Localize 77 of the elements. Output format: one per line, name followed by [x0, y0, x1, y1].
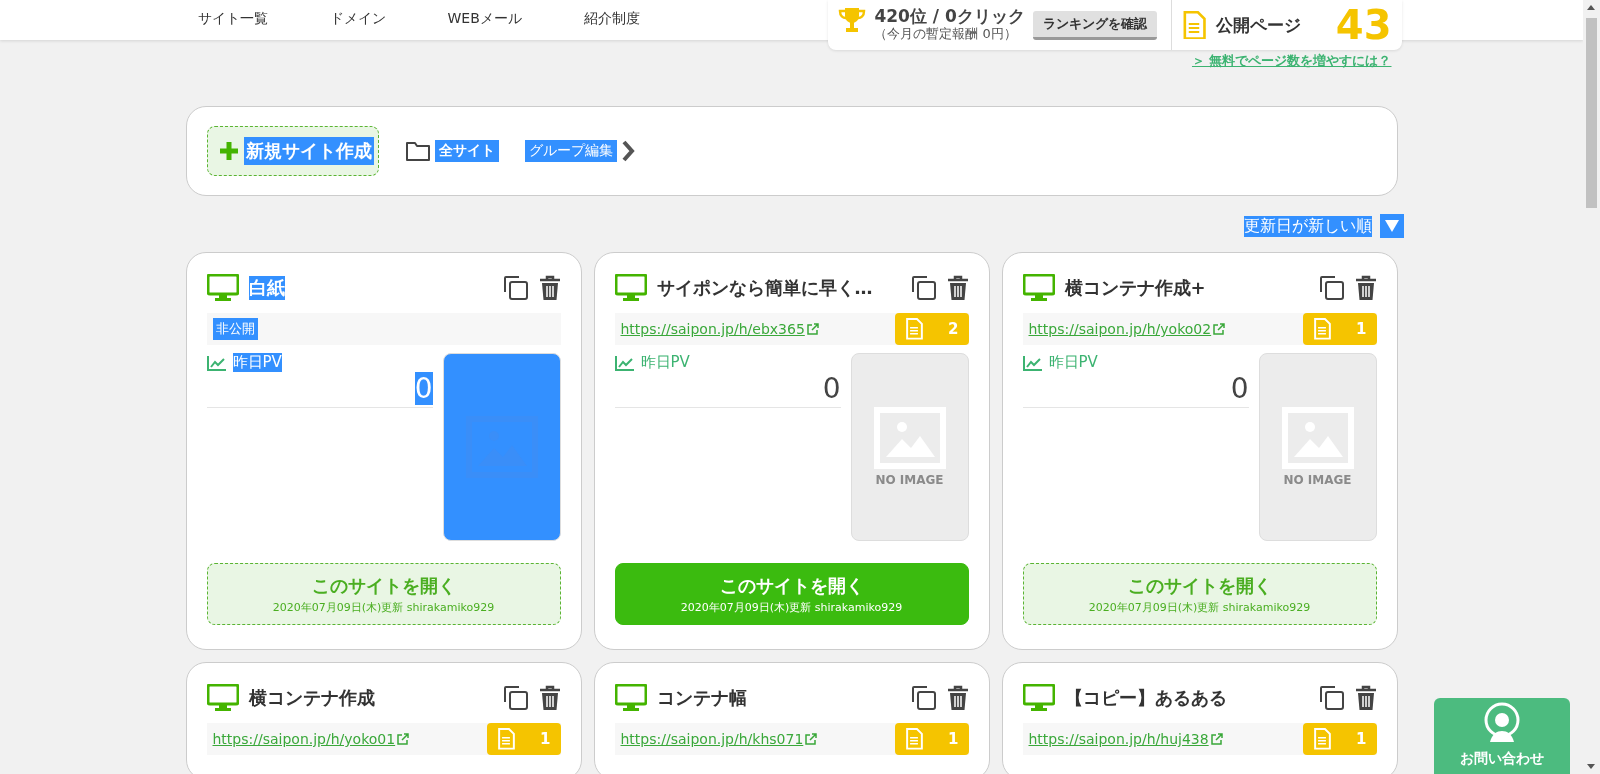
site-url-link[interactable]: https://saipon.jp/h/khs071 [620, 731, 818, 747]
monitor-icon [206, 684, 239, 712]
page-count-badge: 2 [894, 313, 969, 345]
ranking-button[interactable]: ランキングを確認 [1032, 10, 1157, 40]
page-count-badge: 1 [894, 723, 969, 755]
external-link-icon [806, 323, 819, 335]
external-link-icon [1210, 733, 1223, 745]
delete-icon[interactable] [538, 275, 561, 301]
copy-icon[interactable] [502, 275, 529, 301]
site-url-link[interactable]: https://saipon.jp/h/yoko01 [212, 731, 410, 747]
reward-text: （今月の暫定報酬 0円） [874, 25, 1018, 43]
site-url-link[interactable]: https://saipon.jp/h/ebx365 [620, 321, 819, 337]
copy-icon[interactable] [910, 275, 937, 301]
monitor-icon [1022, 684, 1055, 712]
delete-icon[interactable] [1354, 275, 1377, 301]
nav-link[interactable]: ドメイン [329, 10, 386, 28]
site-thumbnail: NO IMAGE [850, 353, 969, 541]
trophy-icon [838, 6, 867, 34]
delete-icon[interactable] [538, 685, 561, 711]
site-url-link[interactable]: https://saipon.jp/h/huj438 [1028, 731, 1223, 747]
trend-chart-icon [1022, 354, 1043, 371]
page-count-badge: 1 [1302, 313, 1377, 345]
pv-label: 昨日PV [232, 353, 282, 372]
sort-dropdown[interactable]: 更新日が新しい順 [1243, 215, 1372, 237]
document-icon [496, 728, 515, 750]
document-icon [1312, 318, 1331, 340]
monitor-icon [614, 684, 647, 712]
external-link-icon [397, 733, 410, 745]
pv-label: 昨日PV [1048, 353, 1098, 372]
document-icon [904, 318, 923, 340]
copy-icon[interactable] [502, 685, 529, 711]
copy-icon[interactable] [1318, 685, 1345, 711]
chevron-right-icon [620, 140, 635, 162]
monitor-icon [1022, 274, 1055, 302]
trend-chart-icon [206, 354, 227, 371]
pv-value: 0 [414, 372, 433, 405]
more-pages-link[interactable]: ＞ 無料でページ数を増やすには？ [1191, 52, 1392, 70]
folder-icon [404, 140, 431, 162]
pv-value: 0 [1230, 372, 1249, 405]
trend-chart-icon [614, 354, 635, 371]
document-icon [1181, 10, 1206, 40]
status-label: 非公開 [212, 318, 258, 340]
site-title: 横コンテナ作成+ [1064, 276, 1206, 300]
contact-button[interactable]: お問い合わせ [1434, 698, 1570, 774]
site-title: 白紙 [248, 276, 285, 300]
site-title: サイポンなら簡単に早く… [656, 276, 873, 300]
public-pages-count: 43 [1335, 5, 1392, 45]
monitor-icon [206, 274, 239, 302]
site-title: 横コンテナ作成 [248, 686, 375, 710]
external-link-icon [805, 733, 818, 745]
page-count-badge: 1 [1302, 723, 1377, 755]
plus-icon [217, 140, 240, 162]
pv-label: 昨日PV [640, 353, 690, 372]
open-site-button[interactable]: このサイトを開く 2020年07月09日(木)更新 shirakamiko929 [1022, 563, 1377, 625]
nav-link[interactable]: WEBメール [447, 10, 522, 28]
page-count-badge: 1 [486, 723, 561, 755]
site-title: 【コピー】あるある [1064, 686, 1227, 710]
open-site-button[interactable]: このサイトを開く 2020年07月09日(木)更新 shirakamiko929 [206, 563, 561, 625]
pv-value: 0 [822, 372, 841, 405]
nav-link[interactable]: 紹介制度 [583, 10, 640, 28]
new-site-button[interactable]: 新規サイト作成 [206, 126, 379, 176]
delete-icon[interactable] [946, 685, 969, 711]
nav-link[interactable]: サイト一覧 [197, 10, 268, 28]
document-icon [1312, 728, 1331, 750]
public-pages-label: 公開ページ [1215, 13, 1302, 37]
monitor-icon [614, 274, 647, 302]
copy-icon[interactable] [1318, 275, 1345, 301]
delete-icon[interactable] [1354, 685, 1377, 711]
copy-icon[interactable] [910, 685, 937, 711]
external-link-icon [1213, 323, 1226, 335]
delete-icon[interactable] [946, 275, 969, 301]
site-title: コンテナ幅 [656, 686, 747, 710]
site-url-link[interactable]: https://saipon.jp/h/yoko02 [1028, 321, 1226, 337]
document-icon [904, 728, 923, 750]
open-site-button[interactable]: このサイトを開く 2020年07月09日(木)更新 shirakamiko929 [614, 563, 969, 625]
site-thumbnail: NO IMAGE [1258, 353, 1377, 541]
rank-text: 420位 / 0クリック [874, 7, 1025, 25]
